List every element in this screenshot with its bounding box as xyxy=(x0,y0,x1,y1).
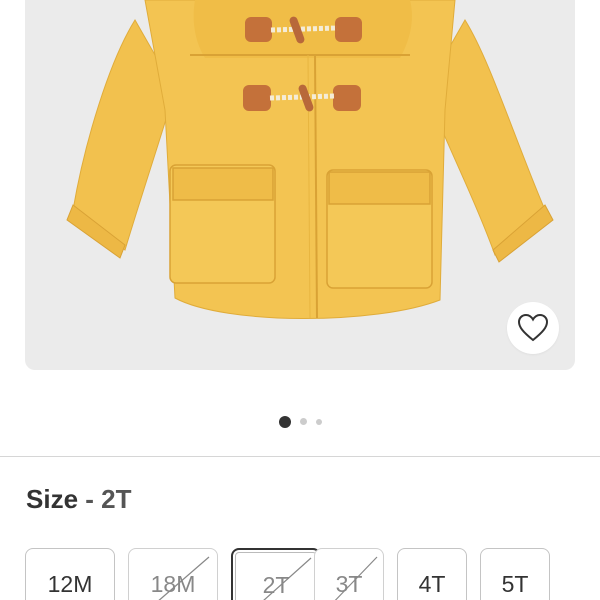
size-option-18m[interactable]: 18M xyxy=(128,548,218,600)
size-option-12m[interactable]: 12M xyxy=(25,548,115,600)
favorite-button[interactable] xyxy=(507,302,559,354)
product-image-card[interactable] xyxy=(25,0,575,370)
size-separator: - xyxy=(85,484,94,514)
carousel-indicators xyxy=(0,416,600,428)
size-heading: Size - 2T xyxy=(26,482,132,516)
section-divider xyxy=(0,456,600,457)
size-option-label: 5T xyxy=(501,571,529,597)
heart-outline-icon xyxy=(517,313,549,342)
unavailable-strike xyxy=(263,557,312,600)
size-option-label: 12M xyxy=(47,571,93,597)
selected-size-value: 2T xyxy=(101,484,132,514)
size-option-4t[interactable]: 4T xyxy=(397,548,467,600)
carousel-dot-2[interactable] xyxy=(299,418,307,425)
size-label: Size xyxy=(26,484,79,514)
size-option-5t[interactable]: 5T xyxy=(480,548,550,600)
unavailable-strike xyxy=(158,556,210,600)
size-option-label: 4T xyxy=(418,571,446,597)
product-image-coat xyxy=(66,0,554,319)
carousel-dot-1[interactable] xyxy=(278,416,291,428)
carousel-dot-3[interactable] xyxy=(315,419,322,425)
size-option-3t[interactable]: 3T xyxy=(314,548,384,600)
unavailable-strike xyxy=(334,556,378,600)
size-option-2t[interactable]: 2T xyxy=(231,548,321,600)
